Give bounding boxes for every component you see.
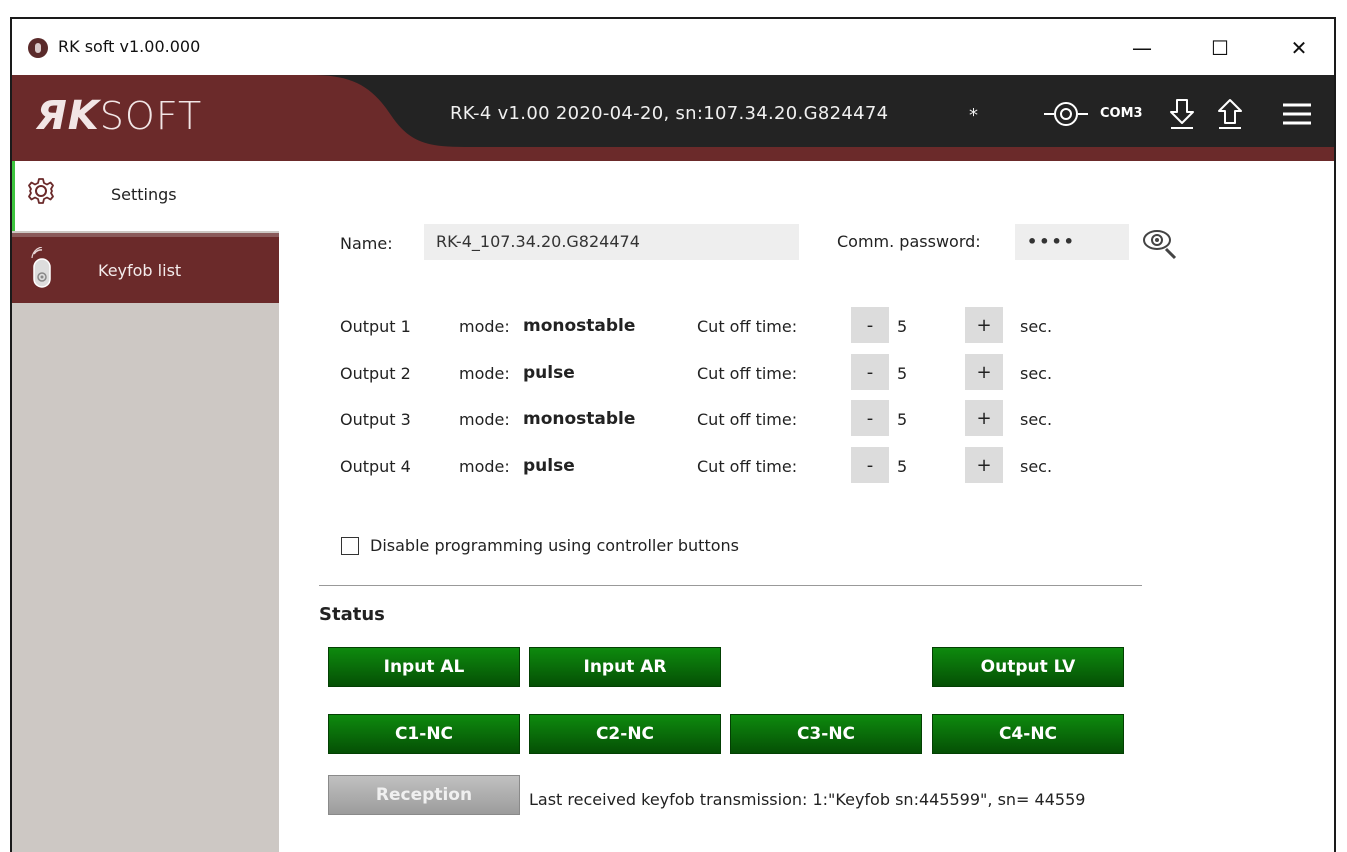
status-c3-nc[interactable]: C3-NC <box>730 714 922 754</box>
output-mode[interactable]: pulse <box>523 456 575 476</box>
show-password-icon[interactable] <box>1141 224 1181 268</box>
last-received-text: Last received keyfob transmission: 1:"Ke… <box>529 790 1086 809</box>
increment-button[interactable]: + <box>965 354 1003 390</box>
name-label: Name: <box>340 234 393 253</box>
output-label: Output 3 <box>340 410 411 429</box>
output-mode[interactable]: monostable <box>523 316 635 336</box>
title-bar: RK soft v1.00.000 — ☐ ✕ <box>12 19 1334 75</box>
status-c2-nc[interactable]: C2-NC <box>529 714 721 754</box>
logo-soft: SOFT <box>99 94 203 138</box>
cutoff-label: Cut off time: <box>697 410 798 429</box>
status-c1-nc[interactable]: C1-NC <box>328 714 520 754</box>
mode-label: mode: <box>459 364 510 383</box>
app-header: ЯKSOFT RK-4 v1.00 2020-04-20, sn:107.34.… <box>12 75 1334 161</box>
cutoff-value[interactable]: 5 <box>897 410 907 429</box>
gear-icon <box>27 177 55 209</box>
cutoff-value[interactable]: 5 <box>897 457 907 476</box>
download-icon[interactable] <box>1168 97 1196 131</box>
section-divider <box>319 585 1142 586</box>
mode-label: mode: <box>459 410 510 429</box>
output-mode[interactable]: monostable <box>523 409 635 429</box>
upload-icon[interactable] <box>1216 97 1244 131</box>
device-info: RK-4 v1.00 2020-04-20, sn:107.34.20.G824… <box>450 103 889 124</box>
window-title: RK soft v1.00.000 <box>58 37 201 56</box>
close-button[interactable]: ✕ <box>1284 33 1314 63</box>
sidebar-item-label: Settings <box>111 185 177 204</box>
logo-rk: ЯK <box>36 93 100 139</box>
keyfob-icon <box>28 246 54 295</box>
mode-label: mode: <box>459 457 510 476</box>
output-label: Output 2 <box>340 364 411 383</box>
minimize-button[interactable]: — <box>1127 33 1157 63</box>
maximize-button[interactable]: ☐ <box>1205 33 1235 63</box>
decrement-button[interactable]: - <box>851 354 889 390</box>
cutoff-label: Cut off time: <box>697 317 798 336</box>
output-label: Output 4 <box>340 457 411 476</box>
reception-indicator[interactable]: Reception <box>328 775 520 815</box>
status-input-ar[interactable]: Input AR <box>529 647 721 687</box>
disable-programming-label: Disable programming using controller but… <box>370 536 739 555</box>
increment-button[interactable]: + <box>965 447 1003 483</box>
name-field[interactable]: RK-4_107.34.20.G824474 <box>424 224 799 260</box>
cutoff-label: Cut off time: <box>697 364 798 383</box>
decrement-button[interactable]: - <box>851 447 889 483</box>
unit-label: sec. <box>1020 364 1053 383</box>
mode-label: mode: <box>459 317 510 336</box>
status-output-lv[interactable]: Output LV <box>932 647 1124 687</box>
sidebar-item-keyfob-list[interactable]: Keyfob list <box>12 233 279 303</box>
settings-panel: Name: RK-4_107.34.20.G824474 Comm. passw… <box>279 161 1334 852</box>
rksoft-logo: ЯKSOFT <box>36 93 202 139</box>
unit-label: sec. <box>1020 457 1053 476</box>
decrement-button[interactable]: - <box>851 400 889 436</box>
sidebar-item-label: Keyfob list <box>98 261 182 280</box>
unit-label: sec. <box>1020 410 1053 429</box>
disable-programming-checkbox[interactable] <box>341 537 359 555</box>
comm-password-field[interactable]: •••• <box>1015 224 1129 260</box>
increment-button[interactable]: + <box>965 307 1003 343</box>
comm-password-label: Comm. password: <box>837 232 981 251</box>
cutoff-value[interactable]: 5 <box>897 364 907 383</box>
app-window: RK soft v1.00.000 — ☐ ✕ ЯKSOFT RK-4 v1.0… <box>10 17 1336 852</box>
unit-label: sec. <box>1020 317 1053 336</box>
connection-icon[interactable] <box>1042 97 1090 131</box>
cutoff-value[interactable]: 5 <box>897 317 907 336</box>
output-mode[interactable]: pulse <box>523 363 575 383</box>
increment-button[interactable]: + <box>965 400 1003 436</box>
menu-icon[interactable] <box>1280 97 1314 131</box>
modified-marker: * <box>969 105 978 126</box>
status-title: Status <box>319 604 385 625</box>
sidebar: Settings Keyfob list <box>12 161 279 852</box>
status-c4-nc[interactable]: C4-NC <box>932 714 1124 754</box>
cutoff-label: Cut off time: <box>697 457 798 476</box>
status-input-al[interactable]: Input AL <box>328 647 520 687</box>
sidebar-item-settings[interactable]: Settings <box>12 161 279 231</box>
com-port-label: COM3 <box>1100 106 1143 121</box>
decrement-button[interactable]: - <box>851 307 889 343</box>
output-label: Output 1 <box>340 317 411 336</box>
app-icon <box>28 38 48 58</box>
